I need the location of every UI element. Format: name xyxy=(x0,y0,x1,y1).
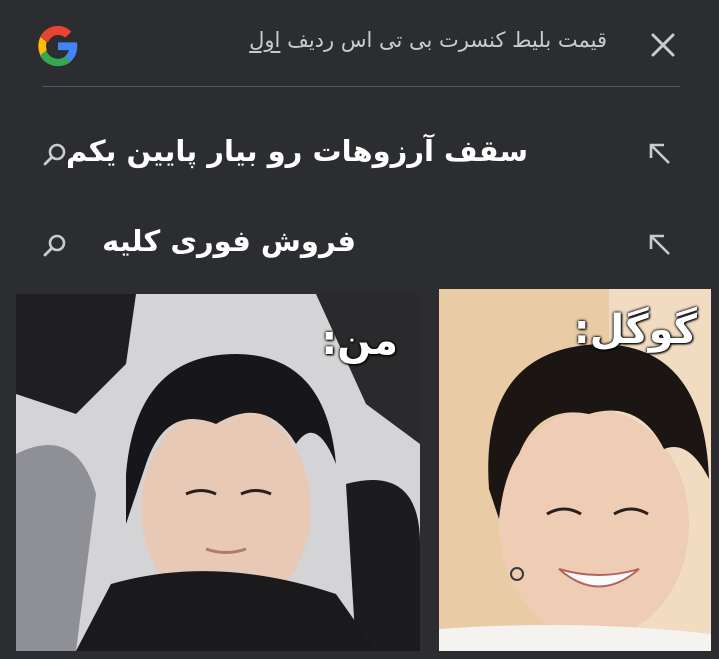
search-query-text[interactable]: قیمت بلیط کنسرت بی تی اس ردیف اول xyxy=(249,28,607,52)
suggestion-item[interactable]: سقف آرزوهات رو بیار پایین یکم xyxy=(0,124,719,184)
meme-photo-left: من: xyxy=(16,294,420,651)
google-logo-icon xyxy=(38,25,78,67)
search-icon xyxy=(43,234,66,257)
arrow-up-left-icon[interactable] xyxy=(647,232,673,258)
search-icon xyxy=(43,143,66,166)
divider xyxy=(42,86,680,87)
meme-photo-right: گوگل: xyxy=(439,289,711,651)
query-underlined-word: اول xyxy=(249,28,281,52)
suggestion-text: فروش فوری کلیه xyxy=(102,224,356,258)
suggestion-item[interactable]: فروش فوری کلیه xyxy=(0,214,719,274)
meme-caption-left: من: xyxy=(321,318,398,364)
search-bar[interactable]: قیمت بلیط کنسرت بی تی اس ردیف اول xyxy=(0,0,719,86)
suggestion-text: سقف آرزوهات رو بیار پایین یکم xyxy=(65,134,528,168)
close-icon[interactable] xyxy=(648,30,678,60)
query-main: قیمت بلیط کنسرت بی تی اس ردیف xyxy=(287,28,607,52)
meme-caption-right: گوگل: xyxy=(573,307,697,353)
arrow-up-left-icon[interactable] xyxy=(647,141,673,167)
